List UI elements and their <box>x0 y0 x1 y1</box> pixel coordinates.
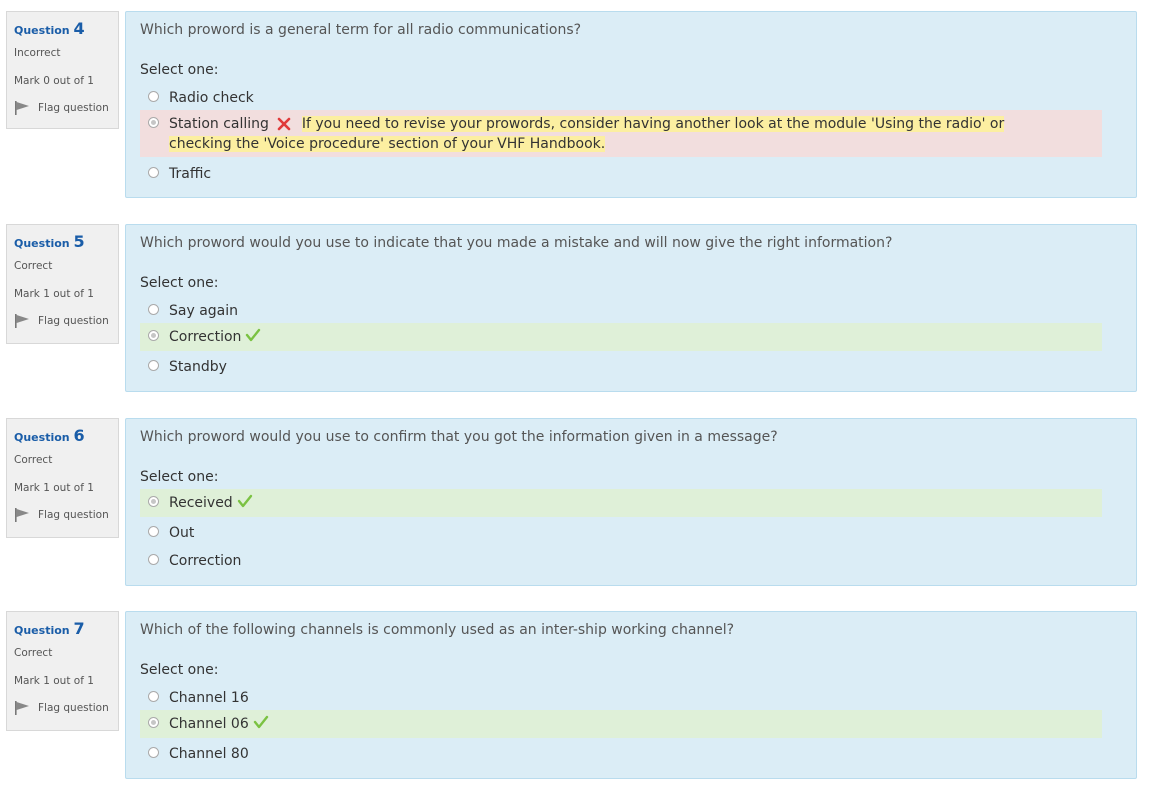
flag-question-button[interactable]: Flag question <box>14 701 111 715</box>
answer-option[interactable]: Say again <box>140 297 1102 325</box>
question-info: Question 6 Correct Mark 1 out of 1 Flag … <box>6 418 119 538</box>
flag-icon <box>15 508 29 522</box>
radio-button[interactable] <box>148 554 159 565</box>
answer-option[interactable]: Standby <box>140 353 1102 381</box>
question-info: Question 5 Correct Mark 1 out of 1 Flag … <box>6 224 119 344</box>
select-one-prompt: Select one: <box>140 662 219 678</box>
answer-option[interactable]: Traffic <box>140 160 1102 188</box>
question-state: Incorrect <box>14 47 61 59</box>
flag-icon <box>15 101 29 115</box>
answer-label: Channel 06 <box>169 716 249 732</box>
question-text: Which proword is a general term for all … <box>140 22 582 38</box>
radio-button[interactable] <box>148 167 159 178</box>
answer-label: Correction <box>169 329 242 345</box>
answer-with-feedback: Station calling If you need to revise yo… <box>169 114 1069 154</box>
question-state: Correct <box>14 647 53 659</box>
radio-button[interactable] <box>148 691 159 702</box>
correct-check-icon <box>237 494 252 508</box>
radio-button[interactable] <box>148 526 159 537</box>
answer-label: Received <box>169 495 233 511</box>
question-content: Which proword is a general term for all … <box>125 11 1137 198</box>
flag-icon <box>15 701 29 715</box>
flag-question-button[interactable]: Flag question <box>14 101 111 115</box>
specific-feedback: If you need to revise your prowords, con… <box>169 116 1005 152</box>
question-text: Which of the following channels is commo… <box>140 622 735 638</box>
question-number: Question 4 <box>14 19 85 38</box>
radio-button-checked[interactable] <box>148 496 159 507</box>
question-grade: Mark 1 out of 1 <box>14 675 94 687</box>
answer-option[interactable]: Out <box>140 519 1102 547</box>
answer-label: Station calling <box>169 116 269 132</box>
question-number: Question 5 <box>14 232 85 251</box>
question-grade: Mark 0 out of 1 <box>14 75 94 87</box>
question-info: Question 7 Correct Mark 1 out of 1 Flag … <box>6 611 119 731</box>
answer-option-selected-correct[interactable]: Received <box>140 489 1102 517</box>
radio-button-checked[interactable] <box>148 117 159 128</box>
question-text: Which proword would you use to confirm t… <box>140 429 778 445</box>
select-one-prompt: Select one: <box>140 62 219 78</box>
correct-check-icon <box>253 715 268 729</box>
answer-option-selected-incorrect[interactable]: Station calling If you need to revise yo… <box>140 110 1102 157</box>
answer-label: Traffic <box>169 166 212 182</box>
radio-button[interactable] <box>148 304 159 315</box>
question-state: Correct <box>14 260 53 272</box>
flag-question-button[interactable]: Flag question <box>14 314 111 328</box>
answer-option-selected-correct[interactable]: Correction <box>140 323 1102 351</box>
flag-icon <box>15 314 29 328</box>
radio-button-checked[interactable] <box>148 717 159 728</box>
answer-option[interactable]: Correction <box>140 547 1102 575</box>
flag-question-label: Flag question <box>38 509 109 521</box>
answer-label: Say again <box>169 303 239 319</box>
flag-question-label: Flag question <box>38 702 109 714</box>
incorrect-cross-icon <box>278 117 291 131</box>
answer-option-selected-correct[interactable]: Channel 06 <box>140 710 1102 738</box>
answer-label: Radio check <box>169 90 254 106</box>
question-grade: Mark 1 out of 1 <box>14 288 94 300</box>
radio-button[interactable] <box>148 91 159 102</box>
answer-option[interactable]: Channel 80 <box>140 740 1102 768</box>
answer-option[interactable]: Radio check <box>140 84 1102 112</box>
answer-label: Channel 16 <box>169 690 249 706</box>
question-content: Which proword would you use to indicate … <box>125 224 1137 392</box>
flag-question-button[interactable]: Flag question <box>14 508 111 522</box>
question-state: Correct <box>14 454 53 466</box>
question-number: Question 7 <box>14 619 85 638</box>
question-grade: Mark 1 out of 1 <box>14 482 94 494</box>
radio-button[interactable] <box>148 360 159 371</box>
correct-check-icon <box>246 328 261 342</box>
answer-label: Correction <box>169 553 242 569</box>
question-number: Question 6 <box>14 426 85 445</box>
question-content: Which proword would you use to confirm t… <box>125 418 1137 586</box>
question-content: Which of the following channels is commo… <box>125 611 1137 779</box>
question-text: Which proword would you use to indicate … <box>140 235 893 251</box>
select-one-prompt: Select one: <box>140 469 219 485</box>
answer-label: Standby <box>169 359 227 375</box>
answer-label: Out <box>169 525 195 541</box>
select-one-prompt: Select one: <box>140 275 219 291</box>
flag-question-label: Flag question <box>38 315 109 327</box>
radio-button-checked[interactable] <box>148 330 159 341</box>
answer-option[interactable]: Channel 16 <box>140 684 1102 712</box>
question-info: Question 4 Incorrect Mark 0 out of 1 Fla… <box>6 11 119 129</box>
flag-question-label: Flag question <box>38 102 109 114</box>
radio-button[interactable] <box>148 747 159 758</box>
answer-label: Channel 80 <box>169 746 249 762</box>
